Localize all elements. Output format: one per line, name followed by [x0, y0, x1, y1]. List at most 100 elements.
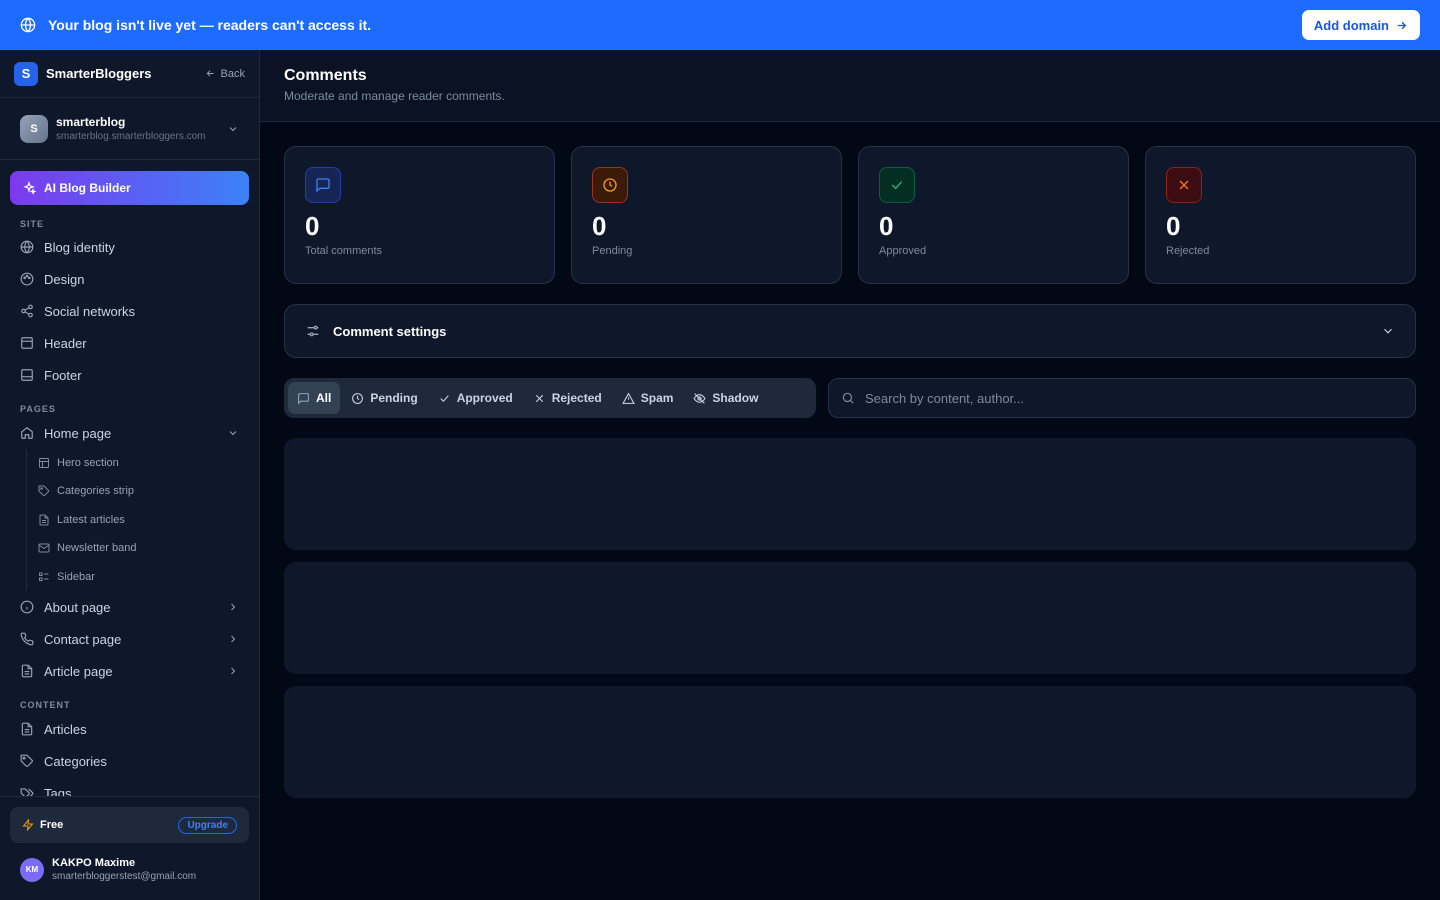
sidebar-item-blog-identity[interactable]: Blog identity — [10, 233, 249, 261]
layout-icon — [20, 368, 34, 382]
avatar: KM — [20, 857, 44, 882]
comment-settings-title: Comment settings — [333, 323, 447, 339]
sidebar-item-contact-page[interactable]: Contact page — [10, 625, 249, 653]
tab-all[interactable]: All — [288, 382, 341, 414]
clock-icon — [592, 167, 628, 203]
sparkles-icon — [22, 181, 36, 195]
sidebar-item-label: Blog identity — [44, 239, 115, 255]
stat-value: 0 — [305, 211, 320, 241]
check-icon — [438, 392, 451, 405]
stat-label: Total comments — [305, 245, 383, 257]
sliders-icon — [305, 323, 321, 339]
chevron-down-icon — [1381, 324, 1395, 338]
sidebar-subitem-latest-articles[interactable]: Latest articles — [38, 508, 248, 532]
tab-label: All — [316, 391, 332, 405]
file-icon — [20, 722, 34, 736]
sidebar-subitem-label: Sidebar — [57, 571, 95, 583]
plan-name: Free — [40, 819, 64, 831]
globe-icon — [20, 240, 34, 254]
sidebar-item-articles[interactable]: Articles — [10, 715, 249, 743]
search-input[interactable] — [865, 390, 1385, 406]
sidebar-item-label: Footer — [44, 367, 82, 383]
blog-switcher[interactable]: S smarterblog smarterblog.smarterblogger… — [0, 98, 259, 160]
x-icon — [1166, 167, 1202, 203]
clock-icon — [351, 392, 364, 405]
sidebar-item-label: Header — [44, 335, 87, 351]
user-profile[interactable]: KM KAKPO Maxime smarterbloggerstest@gmai… — [20, 857, 196, 882]
sidebar-item-categories[interactable]: Categories — [10, 747, 249, 775]
brand-bar: S SmarterBloggers Back — [0, 50, 259, 98]
sidebar-item-social-networks[interactable]: Social networks — [10, 297, 249, 325]
sidebar-item-label: Social networks — [44, 303, 136, 319]
sidebar-subitem-categories-strip[interactable]: Categories strip — [38, 479, 248, 503]
comment-skeleton — [284, 438, 1416, 550]
user-email: smarterbloggerstest@gmail.com — [52, 871, 197, 882]
stat-label: Rejected — [1166, 245, 1210, 257]
sidebar-subitem-label: Newsletter band — [57, 542, 137, 554]
sidebar-item-home-page[interactable]: Home page — [10, 419, 249, 447]
chevron-right-icon — [227, 633, 239, 645]
sidebar-subitem-sidebar[interactable]: Sidebar — [38, 565, 248, 589]
tab-label: Shadow — [712, 391, 759, 405]
sidebar-item-label: Articles — [44, 721, 87, 737]
stat-label: Approved — [879, 245, 927, 257]
sidebar-item-label: About page — [44, 599, 111, 615]
tab-approved[interactable]: Approved — [429, 382, 522, 414]
bolt-icon — [22, 819, 34, 831]
plan-card: Free Upgrade — [10, 807, 249, 843]
tab-label: Approved — [456, 391, 513, 405]
globe-icon — [20, 17, 36, 33]
sidebar-item-footer[interactable]: Footer — [10, 361, 249, 389]
upgrade-button[interactable]: Upgrade — [178, 816, 237, 834]
chevron-right-icon — [227, 665, 239, 677]
sidebar-item-label: Categories — [44, 753, 107, 769]
ai-blog-builder-button[interactable]: AI Blog Builder — [10, 171, 249, 205]
message-icon — [305, 167, 341, 203]
comment-skeleton — [284, 686, 1416, 798]
sidebar-item-about-page[interactable]: About page — [10, 593, 249, 621]
sidebar-subitem-label: Categories strip — [57, 485, 135, 497]
phone-icon — [20, 632, 34, 646]
sidebar-item-label: Contact page — [44, 631, 122, 647]
banner-message: Your blog isn't live yet — readers can't… — [48, 17, 372, 33]
tag-icon — [20, 754, 34, 768]
sidebar-subitem-newsletter-band[interactable]: Newsletter band — [38, 536, 248, 560]
add-domain-button[interactable]: Add domain — [1301, 10, 1420, 40]
sidebar-subitem-hero-section[interactable]: Hero section — [38, 451, 248, 475]
stat-card-total: 0 Total comments — [284, 146, 555, 284]
not-live-banner: Your blog isn't live yet — readers can't… — [0, 0, 1440, 50]
layout-icon — [20, 336, 34, 350]
page-header: Comments Moderate and manage reader comm… — [260, 50, 1440, 122]
back-label: Back — [220, 67, 245, 80]
section-label-pages: PAGES — [20, 404, 56, 414]
list-icon — [38, 571, 50, 583]
sidebar-item-header[interactable]: Header — [10, 329, 249, 357]
tab-shadow[interactable]: Shadow — [684, 382, 767, 414]
add-domain-label: Add domain — [1313, 17, 1389, 33]
ai-blog-builder-label: AI Blog Builder — [44, 181, 131, 195]
comment-settings-toggle[interactable]: Comment settings — [284, 304, 1416, 358]
section-label-content: CONTENT — [20, 700, 71, 710]
sidebar-item-label: Home page — [44, 425, 112, 441]
eye-off-icon — [693, 392, 706, 405]
x-icon — [533, 392, 546, 405]
file-icon — [38, 514, 50, 526]
arrow-right-icon — [1395, 19, 1408, 32]
tab-rejected[interactable]: Rejected — [524, 382, 611, 414]
search-box — [828, 378, 1416, 418]
sidebar-item-label: Design — [44, 271, 85, 287]
home-icon — [20, 426, 34, 440]
sidebar-item-design[interactable]: Design — [10, 265, 249, 293]
layout-icon — [38, 457, 50, 469]
comment-filter-tabs: All Pending Approved Rejected Spam Shado… — [284, 378, 816, 418]
check-icon — [879, 167, 915, 203]
chevron-right-icon — [227, 601, 239, 613]
search-icon — [841, 391, 855, 405]
brand-logo: S — [14, 61, 38, 86]
sidebar-subitem-label: Latest articles — [57, 514, 125, 526]
back-button[interactable]: Back — [205, 68, 245, 80]
tab-spam[interactable]: Spam — [613, 382, 683, 414]
palette-icon — [20, 272, 34, 286]
sidebar-item-article-page[interactable]: Article page — [10, 657, 249, 685]
tab-pending[interactable]: Pending — [342, 382, 426, 414]
